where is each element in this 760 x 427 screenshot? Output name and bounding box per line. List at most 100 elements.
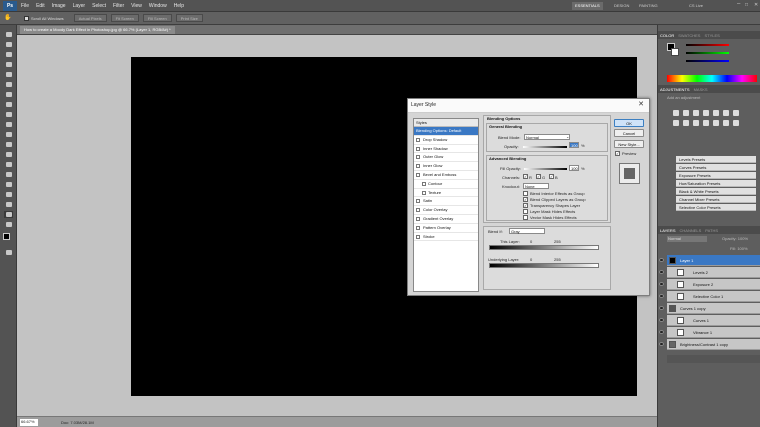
quick-mask-icon[interactable]	[4, 249, 13, 256]
document-tab[interactable]: How to create a Moody Dark Effect in Pho…	[20, 26, 175, 34]
style-item-satin[interactable]: Satin	[414, 197, 478, 207]
workspace-design[interactable]: DESIGN	[611, 2, 632, 10]
style-checkbox[interactable]	[416, 199, 420, 204]
tab-adjustments[interactable]: ADJUSTMENTS	[660, 87, 690, 92]
layer-row[interactable]: Exposure 2	[659, 279, 760, 290]
visibility-eye-icon[interactable]	[659, 306, 664, 310]
history-brush-tool-icon[interactable]	[4, 121, 13, 128]
blend-if-select[interactable]: Gray	[509, 228, 545, 234]
workspace-painting[interactable]: PAINTING	[636, 2, 661, 10]
preview-checkbox[interactable]: ✓	[615, 151, 620, 156]
fill-opacity-slider[interactable]	[524, 168, 567, 170]
menu-window[interactable]: Window	[149, 3, 167, 9]
preset-channel-mixer[interactable]: Channel Mixer Presets	[676, 196, 756, 203]
close-window-icon[interactable]: ✕	[751, 1, 760, 9]
hand-tool-icon[interactable]: ✋	[4, 14, 12, 22]
tab-layers[interactable]: LAYERS	[660, 228, 676, 233]
style-item-outer-glow[interactable]: Outer Glow	[414, 153, 478, 163]
dialog-title-bar[interactable]: Layer Style ✕	[408, 99, 649, 113]
visibility-eye-icon[interactable]	[659, 294, 664, 298]
visibility-eye-icon[interactable]	[659, 258, 664, 262]
blend-interior-checkbox[interactable]	[523, 191, 528, 196]
layer-row[interactable]: Layer 1	[659, 255, 760, 266]
style-checkbox[interactable]	[416, 208, 420, 213]
zoom-tool-icon[interactable]	[4, 211, 13, 218]
menu-image[interactable]: Image	[52, 3, 66, 9]
menu-view[interactable]: View	[131, 3, 142, 9]
dodge-tool-icon[interactable]	[4, 161, 13, 168]
style-checkbox[interactable]	[416, 225, 420, 230]
brightness-contrast-icon[interactable]	[673, 110, 679, 116]
tab-color[interactable]: COLOR	[660, 33, 674, 38]
style-item-stroke[interactable]: Stroke	[414, 233, 478, 242]
style-item-inner-shadow[interactable]: Inner Shadow	[414, 145, 478, 154]
invert-icon[interactable]	[703, 120, 709, 126]
tab-channels[interactable]: CHANNELS	[680, 228, 702, 233]
color-balance-icon[interactable]	[733, 110, 739, 116]
styles-header[interactable]: Styles	[414, 119, 478, 127]
preset-selective-color[interactable]: Selective Color Presets	[676, 204, 756, 211]
style-item-color-overlay[interactable]: Color Overlay	[414, 206, 478, 215]
move-tool-icon[interactable]	[4, 31, 13, 38]
tab-masks[interactable]: MASKS	[694, 87, 708, 92]
ok-button[interactable]: OK	[614, 119, 644, 127]
marquee-tool-icon[interactable]	[4, 41, 13, 48]
preset-curves[interactable]: Curves Presets	[676, 164, 756, 171]
fill-opacity-input[interactable]: 100	[569, 165, 579, 171]
layer-fill-field[interactable]: Fill: 100%	[730, 246, 748, 251]
clone-stamp-tool-icon[interactable]	[4, 111, 13, 118]
quick-select-tool-icon[interactable]	[4, 61, 13, 68]
chevron-down-icon[interactable]: ⌄	[566, 134, 569, 139]
cs-live-button[interactable]: CS Live	[686, 2, 706, 10]
visibility-eye-icon[interactable]	[659, 342, 664, 346]
style-checkbox[interactable]	[422, 190, 426, 195]
opacity-input[interactable]: 100	[569, 142, 579, 148]
blend-clipped-checkbox[interactable]: ✓	[523, 197, 528, 202]
preset-black-white[interactable]: Black & White Presets	[676, 188, 756, 195]
visibility-eye-icon[interactable]	[659, 330, 664, 334]
channel-r-checkbox[interactable]: ✓	[523, 174, 528, 179]
channel-g-checkbox[interactable]: ✓	[536, 174, 541, 179]
blue-slider[interactable]	[686, 60, 729, 62]
type-tool-icon[interactable]	[4, 181, 13, 188]
red-slider[interactable]	[686, 44, 729, 46]
style-item-pattern-overlay[interactable]: Pattern Overlay	[414, 224, 478, 233]
posterize-icon[interactable]	[713, 120, 719, 126]
transparency-shapes-checkbox[interactable]: ✓	[523, 203, 528, 208]
new-style-button[interactable]: New Style...	[614, 140, 644, 148]
blend-mode-select[interactable]: Normal	[524, 134, 570, 140]
channel-mixer-icon[interactable]	[693, 120, 699, 126]
style-checkbox[interactable]	[416, 164, 420, 169]
visibility-eye-icon[interactable]	[659, 282, 664, 286]
preset-exposure[interactable]: Exposure Presets	[676, 172, 756, 179]
green-slider[interactable]	[686, 52, 729, 54]
layer-row[interactable]: Curves 1	[659, 315, 760, 326]
fill-screen-button[interactable]: Fill Screen	[142, 14, 172, 22]
menu-layer[interactable]: Layer	[73, 3, 86, 9]
layer-row[interactable]: Curves 1 copy	[659, 303, 760, 314]
layer-row[interactable]: Selective Color 1	[659, 291, 760, 302]
zoom-level-field[interactable]: 66.67%	[20, 418, 38, 426]
style-item-inner-glow[interactable]: Inner Glow	[414, 162, 478, 171]
style-checkbox[interactable]	[416, 155, 420, 160]
opacity-slider[interactable]	[523, 146, 567, 148]
workspace-essentials[interactable]: ESSENTIALS	[572, 2, 603, 10]
crop-tool-icon[interactable]	[4, 71, 13, 78]
healing-brush-tool-icon[interactable]	[4, 91, 13, 98]
preset-levels[interactable]: Levels Presets	[676, 156, 756, 163]
tab-paths[interactable]: PATHS	[705, 228, 718, 233]
foreground-color-swatch[interactable]	[3, 233, 10, 240]
hand-tool-box-icon[interactable]	[4, 221, 13, 228]
close-icon[interactable]: ✕	[638, 100, 644, 108]
color-background-swatch[interactable]	[671, 48, 679, 56]
gradient-tool-icon[interactable]	[4, 141, 13, 148]
visibility-eye-icon[interactable]	[659, 270, 664, 274]
style-checkbox[interactable]	[416, 172, 420, 177]
eyedropper-tool-icon[interactable]	[4, 81, 13, 88]
visibility-eye-icon[interactable]	[659, 318, 664, 322]
style-item-contour[interactable]: Contour	[414, 180, 478, 189]
style-item-bevel-emboss[interactable]: Bevel and Emboss	[414, 171, 478, 180]
layer-mask-hides-checkbox[interactable]	[523, 209, 528, 214]
style-item-drop-shadow[interactable]: Drop Shadow	[414, 136, 478, 145]
pen-tool-icon[interactable]	[4, 171, 13, 178]
